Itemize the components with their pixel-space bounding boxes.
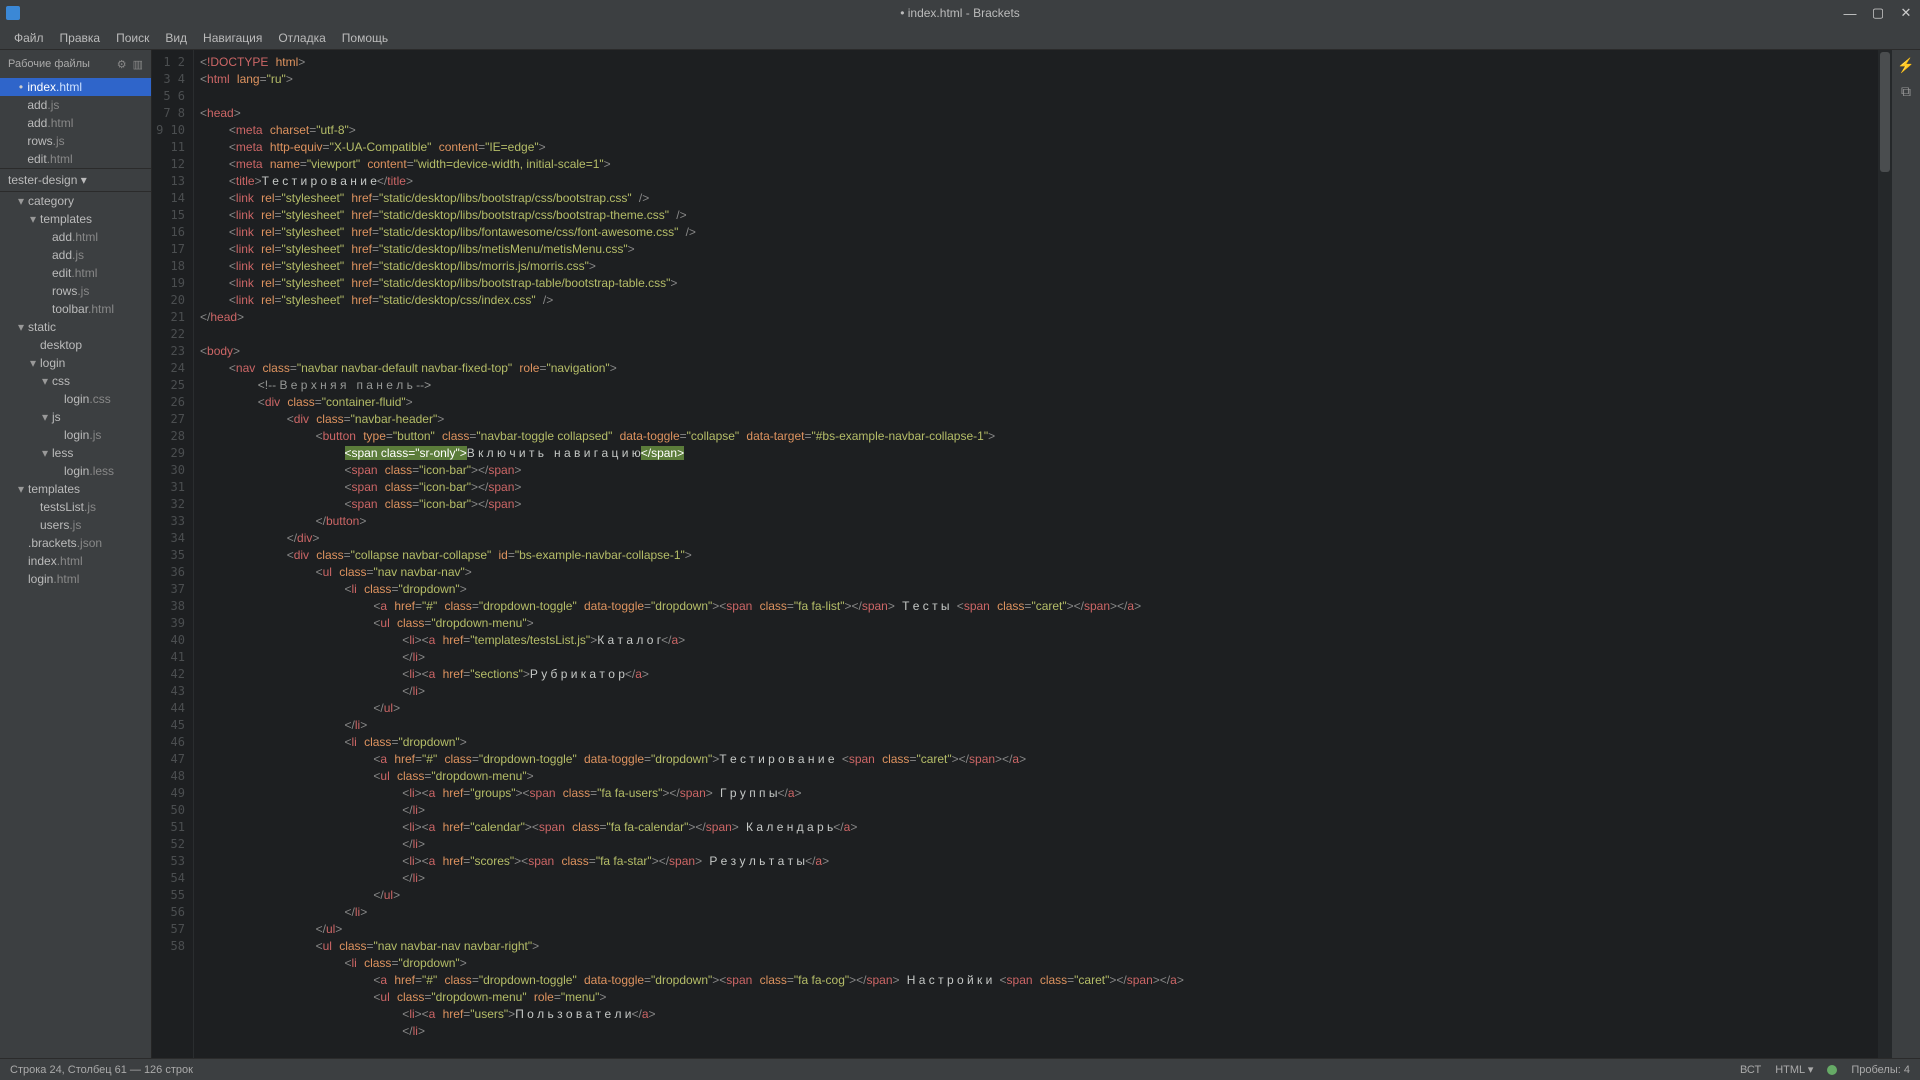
tree-item[interactable]: login.js — [0, 426, 151, 444]
code-area[interactable]: <!DOCTYPE html> <html lang="ru"> <head> … — [194, 50, 1878, 1058]
working-files-header: Рабочие файлы ⚙ ▥ — [0, 50, 151, 78]
menu-Помощь[interactable]: Помощь — [334, 31, 396, 45]
menu-Отладка[interactable]: Отладка — [270, 31, 333, 45]
minimize-icon[interactable]: — — [1836, 0, 1864, 26]
tree-item[interactable]: users.js — [0, 516, 151, 534]
tree-item[interactable]: desktop — [0, 336, 151, 354]
tree-item[interactable]: ▾less — [0, 444, 151, 462]
window-title: • index.html - Brackets — [900, 6, 1020, 20]
close-icon[interactable]: ✕ — [1892, 0, 1920, 26]
tree-item[interactable]: testsList.js — [0, 498, 151, 516]
split-icon[interactable]: ▥ — [133, 58, 143, 71]
tree-item[interactable]: ▾css — [0, 372, 151, 390]
app-root: • index.html - Brackets — ▢ ✕ ФайлПравка… — [0, 0, 1920, 1080]
scrollbar-track[interactable] — [1878, 50, 1892, 1058]
working-file[interactable]: • index.html — [0, 78, 151, 96]
working-files-list: • index.html add.js add.html rows.js edi… — [0, 78, 151, 168]
menu-Правка[interactable]: Правка — [52, 31, 109, 45]
menu-Файл[interactable]: Файл — [6, 31, 52, 45]
working-files-label: Рабочие файлы — [8, 58, 90, 70]
menu-Поиск[interactable]: Поиск — [108, 31, 157, 45]
tree-item[interactable]: ▾static — [0, 318, 151, 336]
tree-item[interactable]: ▾templates — [0, 480, 151, 498]
gear-icon[interactable]: ⚙ — [117, 58, 127, 71]
tree-item[interactable]: add.html — [0, 228, 151, 246]
right-toolbar: ⚡ ⧉ — [1892, 50, 1920, 1058]
tree-item[interactable]: toolbar.html — [0, 300, 151, 318]
status-dot-icon — [1827, 1065, 1837, 1075]
sidebar: Рабочие файлы ⚙ ▥ • index.html add.js ad… — [0, 50, 152, 1058]
tree-item[interactable]: ▾login — [0, 354, 151, 372]
cursor-position[interactable]: Строка 24, Столбец 61 — 126 строк — [10, 1064, 193, 1076]
tree-item[interactable]: login.less — [0, 462, 151, 480]
indent-mode[interactable]: Пробелы: 4 — [1851, 1064, 1910, 1076]
tree-item[interactable]: edit.html — [0, 264, 151, 282]
tree-item[interactable]: rows.js — [0, 282, 151, 300]
line-gutter: 1 2 3 4 5 6 7 8 9 10 11 12 13 14 15 16 1… — [152, 50, 194, 1058]
insert-mode[interactable]: ВСТ — [1740, 1064, 1761, 1076]
language-mode[interactable]: HTML ▾ — [1775, 1063, 1813, 1076]
project-selector[interactable]: tester-design ▾ — [0, 168, 151, 192]
titlebar: • index.html - Brackets — ▢ ✕ — [0, 0, 1920, 26]
working-file[interactable]: add.html — [0, 114, 151, 132]
menu-Вид[interactable]: Вид — [157, 31, 195, 45]
working-file[interactable]: add.js — [0, 96, 151, 114]
window-controls: — ▢ ✕ — [1836, 0, 1920, 26]
extensions-icon[interactable]: ⧉ — [1897, 82, 1915, 100]
editor-pane: 1 2 3 4 5 6 7 8 9 10 11 12 13 14 15 16 1… — [152, 50, 1892, 1058]
tree-item[interactable]: ▾js — [0, 408, 151, 426]
tree-item[interactable]: login.html — [0, 570, 151, 588]
tree-item[interactable]: ▾category — [0, 192, 151, 210]
live-preview-icon[interactable]: ⚡ — [1897, 56, 1915, 74]
working-file[interactable]: edit.html — [0, 150, 151, 168]
tree-item[interactable]: login.css — [0, 390, 151, 408]
tree-item[interactable]: index.html — [0, 552, 151, 570]
menubar: ФайлПравкаПоискВидНавигацияОтладкаПомощь — [0, 26, 1920, 50]
menu-Навигация[interactable]: Навигация — [195, 31, 270, 45]
main-area: Рабочие файлы ⚙ ▥ • index.html add.js ad… — [0, 50, 1920, 1058]
working-file[interactable]: rows.js — [0, 132, 151, 150]
tree-item[interactable]: ▾templates — [0, 210, 151, 228]
statusbar: Строка 24, Столбец 61 — 126 строк ВСТ HT… — [0, 1058, 1920, 1080]
tree-item[interactable]: .brackets.json — [0, 534, 151, 552]
tree-item[interactable]: add.js — [0, 246, 151, 264]
maximize-icon[interactable]: ▢ — [1864, 0, 1892, 26]
scrollbar-thumb[interactable] — [1880, 52, 1890, 172]
app-icon — [6, 6, 20, 20]
file-tree: ▾category▾templatesadd.htmladd.jsedit.ht… — [0, 192, 151, 1058]
